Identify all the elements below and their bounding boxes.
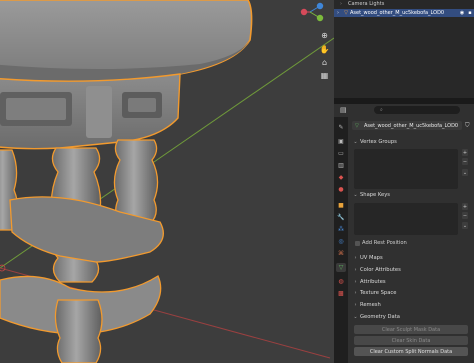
object-data-name-field[interactable]: ▽ Aset_wood_other_M_uc5kebofa_LOD0: [352, 121, 462, 130]
editor-type-icon[interactable]: ▤: [340, 106, 347, 114]
camera-icon[interactable]: ⌂: [318, 57, 331, 68]
panel-title: Texture Space: [360, 290, 397, 296]
panel-title: Shape Keys: [360, 192, 390, 198]
clear-skin-data-button[interactable]: Clear Skin Data: [354, 336, 468, 345]
panel-title: UV Maps: [360, 255, 383, 261]
panel-uv-maps[interactable]: › UV Maps: [351, 253, 471, 263]
properties-search-input[interactable]: ⌕: [374, 106, 460, 114]
panel-title: Remesh: [360, 302, 381, 308]
camera-icon[interactable]: ▪: [466, 10, 474, 16]
tab-render[interactable]: ▣: [336, 137, 346, 146]
chevron-right-icon: ›: [340, 1, 342, 7]
zoom-icon[interactable]: ⊕: [318, 30, 331, 41]
grid-icon[interactable]: ▦: [318, 70, 331, 81]
clear-sculpt-mask-button[interactable]: Clear Sculpt Mask Data: [354, 325, 468, 334]
navigation-gizmo[interactable]: [296, 2, 332, 22]
tab-constraints[interactable]: ⌘: [336, 249, 346, 258]
table-model-render: [0, 0, 334, 363]
chevron-right-icon: ›: [337, 10, 339, 16]
remove-vertex-group-button[interactable]: −: [462, 158, 468, 165]
chevron-down-icon: ⌄: [353, 314, 358, 320]
tab-world[interactable]: ●: [336, 185, 346, 194]
chevron-right-icon: ›: [354, 255, 357, 261]
tab-particles[interactable]: ⁂: [336, 225, 346, 234]
tab-texture[interactable]: ▩: [336, 289, 346, 298]
tab-object[interactable]: ■: [336, 201, 346, 210]
panel-attributes[interactable]: › Attributes: [351, 277, 471, 287]
tab-physics[interactable]: ◎: [336, 237, 346, 246]
chevron-down-icon: ⌄: [353, 139, 358, 145]
add-shape-key-button[interactable]: +: [462, 203, 468, 210]
panel-geometry-data[interactable]: ⌄ Geometry Data: [351, 312, 471, 322]
remove-shape-key-button[interactable]: −: [462, 212, 468, 219]
chevron-right-icon: ›: [354, 267, 357, 273]
chevron-right-icon: ›: [354, 290, 357, 296]
tab-data[interactable]: ▽: [336, 263, 346, 272]
panel-title: Vertex Groups: [360, 139, 397, 145]
add-rest-position-checkbox[interactable]: [355, 241, 360, 246]
grab-hand-icon[interactable]: ✋: [318, 44, 331, 55]
shape-keys-list[interactable]: [354, 203, 458, 235]
outliner[interactable]: › Camera Lights › ▽ Aset_wood_other_M_uc…: [334, 0, 474, 98]
search-icon: ⌕: [380, 107, 383, 113]
chevron-down-icon: ⌄: [353, 192, 358, 198]
add-rest-position-label: Add Rest Position: [362, 240, 407, 246]
tab-material[interactable]: ◍: [336, 277, 346, 286]
outliner-row-object[interactable]: › ▽ Aset_wood_other_M_uc5kebofa_LOD0 ◉ ▪: [334, 9, 474, 17]
tab-output[interactable]: ▭: [336, 149, 346, 158]
mesh-data-icon: ▽: [355, 122, 359, 129]
chevron-right-icon: ›: [354, 279, 357, 285]
panel-title: Attributes: [360, 279, 386, 285]
tab-modifiers[interactable]: 🔧: [336, 213, 346, 222]
tab-view-layer[interactable]: ▥: [336, 161, 346, 170]
panel-title: Geometry Data: [360, 314, 400, 320]
vertex-group-specials-button[interactable]: ⌄: [462, 169, 468, 176]
panel-remesh[interactable]: › Remesh: [351, 300, 471, 310]
panel-shape-keys[interactable]: ⌄ Shape Keys: [351, 190, 471, 200]
panel-texture-space[interactable]: › Texture Space: [351, 288, 471, 298]
panel-title: Color Attributes: [360, 267, 401, 273]
outliner-row-label: Camera Lights: [348, 1, 385, 7]
properties-tabs: ✎ ▣ ▭ ▥ ◆ ● ■ 🔧 ⁂ ◎ ⌘ ▽ ◍ ▩: [334, 117, 348, 363]
panel-vertex-groups[interactable]: ⌄ Vertex Groups: [351, 137, 471, 147]
tab-scene[interactable]: ◆: [336, 173, 346, 182]
chevron-right-icon: ›: [354, 302, 357, 308]
object-data-name: Aset_wood_other_M_uc5kebofa_LOD0: [364, 122, 459, 129]
clear-custom-normals-button[interactable]: Clear Custom Split Normals Data: [354, 347, 468, 356]
panel-color-attributes[interactable]: › Color Attributes: [351, 265, 471, 275]
tab-tool[interactable]: ✎: [336, 123, 346, 132]
fake-user-shield-icon[interactable]: ⛉: [465, 122, 470, 130]
mesh-triangle-icon: ▽: [344, 10, 348, 16]
outliner-row-collection[interactable]: › Camera Lights: [334, 0, 474, 8]
3d-viewport[interactable]: ⊕ ✋ ⌂ ▦: [0, 0, 334, 363]
outliner-row-label: Aset_wood_other_M_uc5kebofa_LOD0: [350, 10, 445, 16]
add-vertex-group-button[interactable]: +: [462, 149, 468, 156]
eye-icon[interactable]: ◉: [458, 10, 466, 16]
vertex-groups-list[interactable]: [354, 149, 458, 189]
properties-panel: ▽ Aset_wood_other_M_uc5kebofa_LOD0 ⛉ ⌄ V…: [348, 117, 474, 363]
shape-key-specials-button[interactable]: ⌄: [462, 222, 468, 229]
